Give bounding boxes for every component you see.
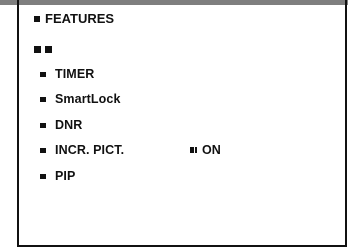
menu-item-dnr[interactable]: DNR xyxy=(40,118,82,132)
bullet-icon xyxy=(40,122,46,128)
value-marker-icon xyxy=(190,147,194,153)
nav-square-icon xyxy=(34,46,41,53)
menu-item-label: INCR. PICT. xyxy=(55,143,125,157)
bullet-icon xyxy=(40,173,46,179)
value-marker-icon xyxy=(195,147,197,153)
menu-item-label: TIMER xyxy=(55,67,95,81)
menu-title: FEATURES xyxy=(34,11,114,26)
nav-square-icon xyxy=(45,46,52,53)
incr-pict-value[interactable]: ON xyxy=(190,143,221,157)
incr-pict-value-label: ON xyxy=(202,143,221,157)
menu-item-timer[interactable]: TIMER xyxy=(40,67,94,81)
menu-item-label: PIP xyxy=(55,169,76,183)
menu-title-label: FEATURES xyxy=(45,11,115,26)
menu-item-smartlock[interactable]: SmartLock xyxy=(40,92,121,106)
bullet-icon xyxy=(34,15,40,22)
bullet-icon xyxy=(40,147,46,153)
bullet-icon xyxy=(40,96,46,102)
menu-item-label: DNR xyxy=(55,118,83,132)
bullet-icon xyxy=(40,71,46,77)
menu-item-pip[interactable]: PIP xyxy=(40,169,75,183)
navigation-indicator[interactable] xyxy=(34,40,56,58)
menu-item-label: SmartLock xyxy=(55,92,121,106)
menu-item-incr-pict[interactable]: INCR. PICT. xyxy=(40,143,124,157)
